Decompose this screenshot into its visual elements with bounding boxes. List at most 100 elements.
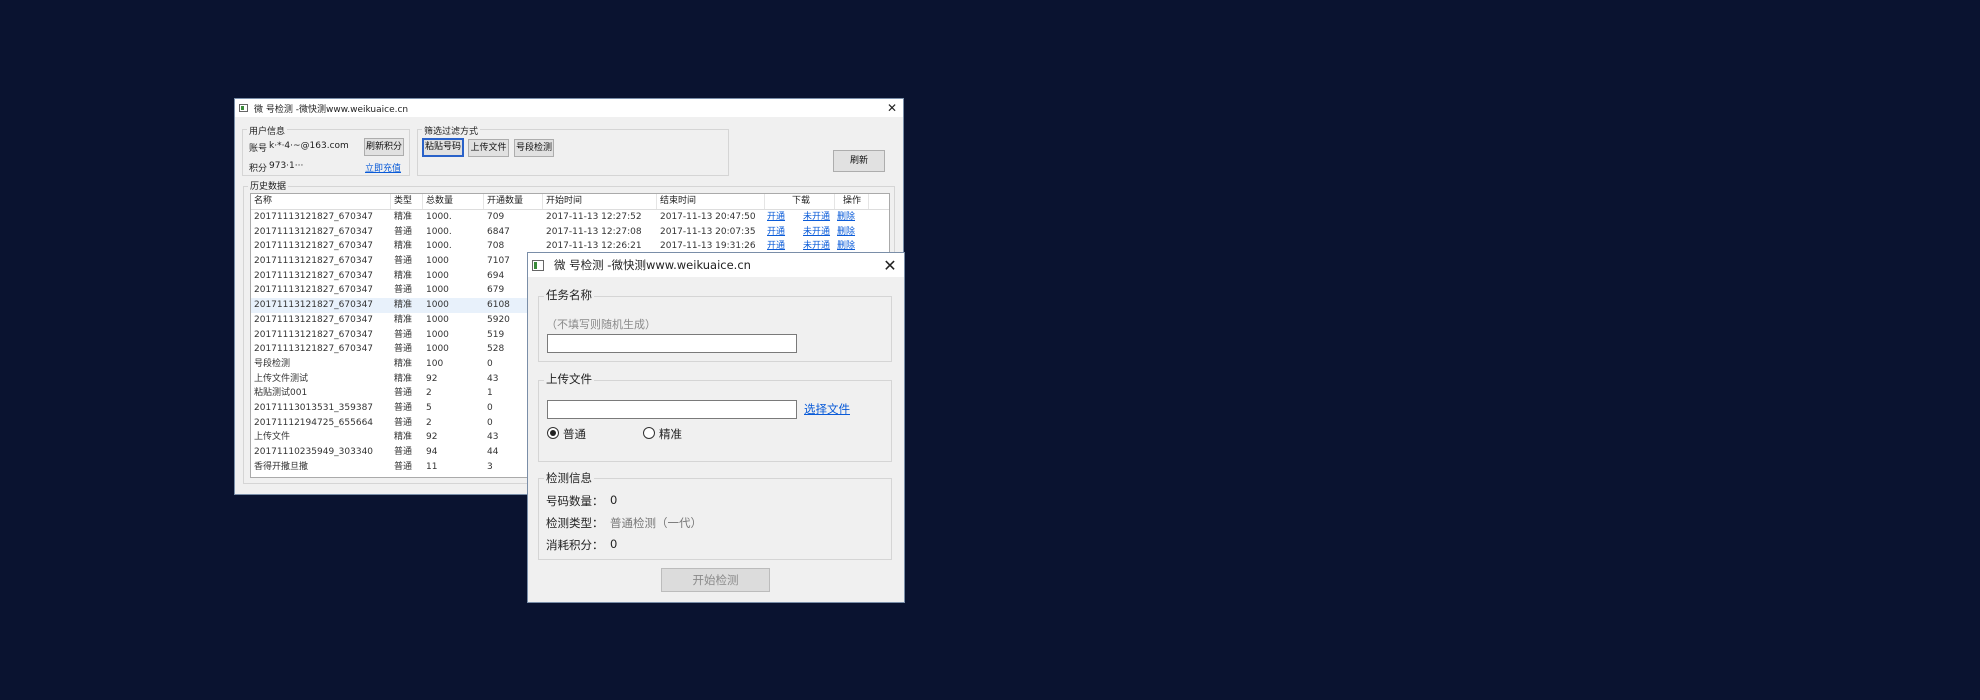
col-start-header[interactable]: 开始时间: [543, 194, 657, 209]
filter-group-title: 筛选过滤方式: [422, 124, 481, 137]
main-title-bar[interactable]: 微 号检测 -微快测www.weikuaice.cn ✕: [235, 99, 903, 117]
cell-type: 普通: [394, 388, 413, 399]
cell-name: 20171113121827_670347: [254, 285, 374, 296]
cell-total: 1000: [423, 298, 484, 313]
points-label: 积分: [249, 164, 268, 174]
cell-name: 20171113121827_670347: [254, 241, 374, 252]
table-row[interactable]: 20171113121827_670347 普通 1000. 6847 2017-11-…: [251, 225, 889, 240]
paste-numbers-button[interactable]: 粘贴号码: [422, 138, 464, 157]
cell-name: 上传文件: [254, 432, 291, 443]
history-group-title: 历史数据: [248, 179, 289, 192]
cell-total: 1000: [426, 329, 449, 340]
choose-file-link[interactable]: 选择文件: [804, 401, 850, 417]
upload-file-button[interactable]: 上传文件: [468, 139, 509, 157]
segment-check-button[interactable]: 号段检测: [514, 139, 554, 157]
cell-open: 709: [487, 212, 505, 222]
table-row[interactable]: 20171113121827_670347 精准 1000. 709 2017-11-1…: [251, 210, 889, 225]
cost-points-value: 0: [610, 537, 618, 551]
cell-type: 普通: [394, 285, 413, 296]
cell-total: 2: [426, 417, 432, 428]
col-type-header[interactable]: 类型: [391, 194, 423, 209]
cell-total: 1000: [426, 256, 449, 267]
cell-name: 粘贴测试001: [254, 388, 308, 399]
cell-name: 20171113013531_359387: [254, 402, 374, 413]
cell-name: 20171113121827_670347: [254, 329, 374, 340]
download-unopen-link[interactable]: 未开通: [801, 210, 835, 225]
cell-name: 20171113121827_670347: [254, 256, 374, 267]
cell-type: 精准: [394, 212, 413, 222]
dialog-close-button[interactable]: ✕: [876, 256, 904, 275]
cell-total: 100: [426, 358, 444, 369]
cell-total: 1000.: [426, 226, 452, 237]
cell-type: 普通: [394, 417, 413, 428]
cell-start: 2017-11-13 12:27:52: [546, 212, 642, 222]
download-unopen-link[interactable]: 未开通: [801, 225, 835, 240]
cell-name: 上传文件测试: [254, 373, 309, 384]
download-open-link[interactable]: 开通: [765, 225, 801, 240]
cell-total: 1000.: [426, 241, 452, 252]
cell-type: 普通: [394, 447, 413, 457]
col-end-header[interactable]: 结束时间: [657, 194, 765, 209]
cell-name: 20171113121827_670347: [254, 212, 374, 222]
app-icon: [532, 259, 544, 271]
upload-file-group-title: 上传文件: [544, 371, 594, 387]
radio-normal[interactable]: [547, 427, 559, 439]
cell-total: 1000: [426, 344, 449, 355]
delete-link[interactable]: 删除: [835, 210, 869, 225]
cell-total: 5: [426, 402, 432, 413]
col-open-header[interactable]: 开通数量: [484, 194, 543, 209]
cell-type: 精准: [394, 241, 413, 252]
cell-total: 1000.: [426, 212, 452, 222]
col-name-header[interactable]: 名称: [251, 194, 391, 209]
cell-end: 2017-11-13 20:07:35: [660, 226, 756, 237]
cell-total: 1000: [426, 314, 449, 325]
col-total-header[interactable]: 总数量: [423, 194, 484, 209]
recharge-link[interactable]: 立即充值: [365, 161, 401, 174]
delete-link[interactable]: 删除: [835, 225, 869, 240]
cell-name: 20171113121827_670347: [254, 314, 374, 325]
refresh-button[interactable]: 刷新: [833, 150, 885, 172]
cell-type: 精准: [394, 432, 413, 443]
check-type-value: 普通检测（一代）: [610, 516, 702, 530]
radio-normal-label[interactable]: 普通: [563, 426, 586, 442]
cell-open: 6847: [487, 226, 510, 237]
cell-end: 2017-11-13 20:47:50: [660, 212, 756, 222]
cell-total: 92: [426, 373, 438, 384]
col-download-header[interactable]: 下载: [765, 194, 835, 209]
dialog-title-bar[interactable]: 微 号检测 -微快测www.weikuaice.cn ✕: [528, 253, 904, 277]
account-label: 账号: [249, 144, 268, 154]
points-value: 973·1···: [269, 161, 304, 171]
app-icon: [239, 104, 248, 112]
cell-name: 香得开撒旦撒: [254, 461, 309, 472]
cell-type: 普通: [394, 329, 413, 340]
radio-precise[interactable]: [643, 427, 655, 439]
start-check-button[interactable]: 开始检测: [661, 568, 770, 592]
account-value: k·*·4·~@163.com: [269, 141, 349, 151]
download-open-link[interactable]: 开通: [765, 210, 801, 225]
dialog-title: 微 号检测 -微快测www.weikuaice.cn: [554, 258, 751, 272]
refresh-points-button[interactable]: 刷新积分: [364, 138, 404, 156]
cell-start: 2017-11-13 12:27:08: [546, 226, 642, 237]
cell-type: 精准: [394, 373, 413, 384]
col-action-header[interactable]: 操作: [835, 194, 869, 209]
cell-total: 92: [426, 432, 438, 443]
main-close-button[interactable]: ✕: [881, 101, 903, 115]
check-type-label: 检测类型：: [546, 516, 604, 530]
upload-file-group: [538, 380, 892, 462]
cell-name: 20171113121827_670347: [251, 298, 391, 313]
cell-type: 普通: [394, 344, 413, 355]
cell-type: 精准: [391, 298, 423, 313]
task-name-input[interactable]: [547, 334, 797, 353]
task-name-hint: （不填写则随机生成）: [546, 318, 656, 331]
file-path-input[interactable]: [547, 400, 797, 419]
cell-name: 号段检测: [254, 358, 291, 369]
cell-name: 20171110235949_303340: [254, 447, 374, 457]
task-name-group-title: 任务名称: [544, 287, 594, 303]
number-count-value: 0: [610, 493, 618, 507]
radio-precise-label[interactable]: 精准: [659, 426, 682, 442]
cell-total: 2: [426, 388, 432, 399]
number-count-label: 号码数量：: [546, 494, 604, 508]
cell-total: 1000: [426, 285, 449, 296]
main-window-title: 微 号检测 -微快测www.weikuaice.cn: [254, 104, 409, 115]
cell-type: 普通: [394, 256, 413, 267]
